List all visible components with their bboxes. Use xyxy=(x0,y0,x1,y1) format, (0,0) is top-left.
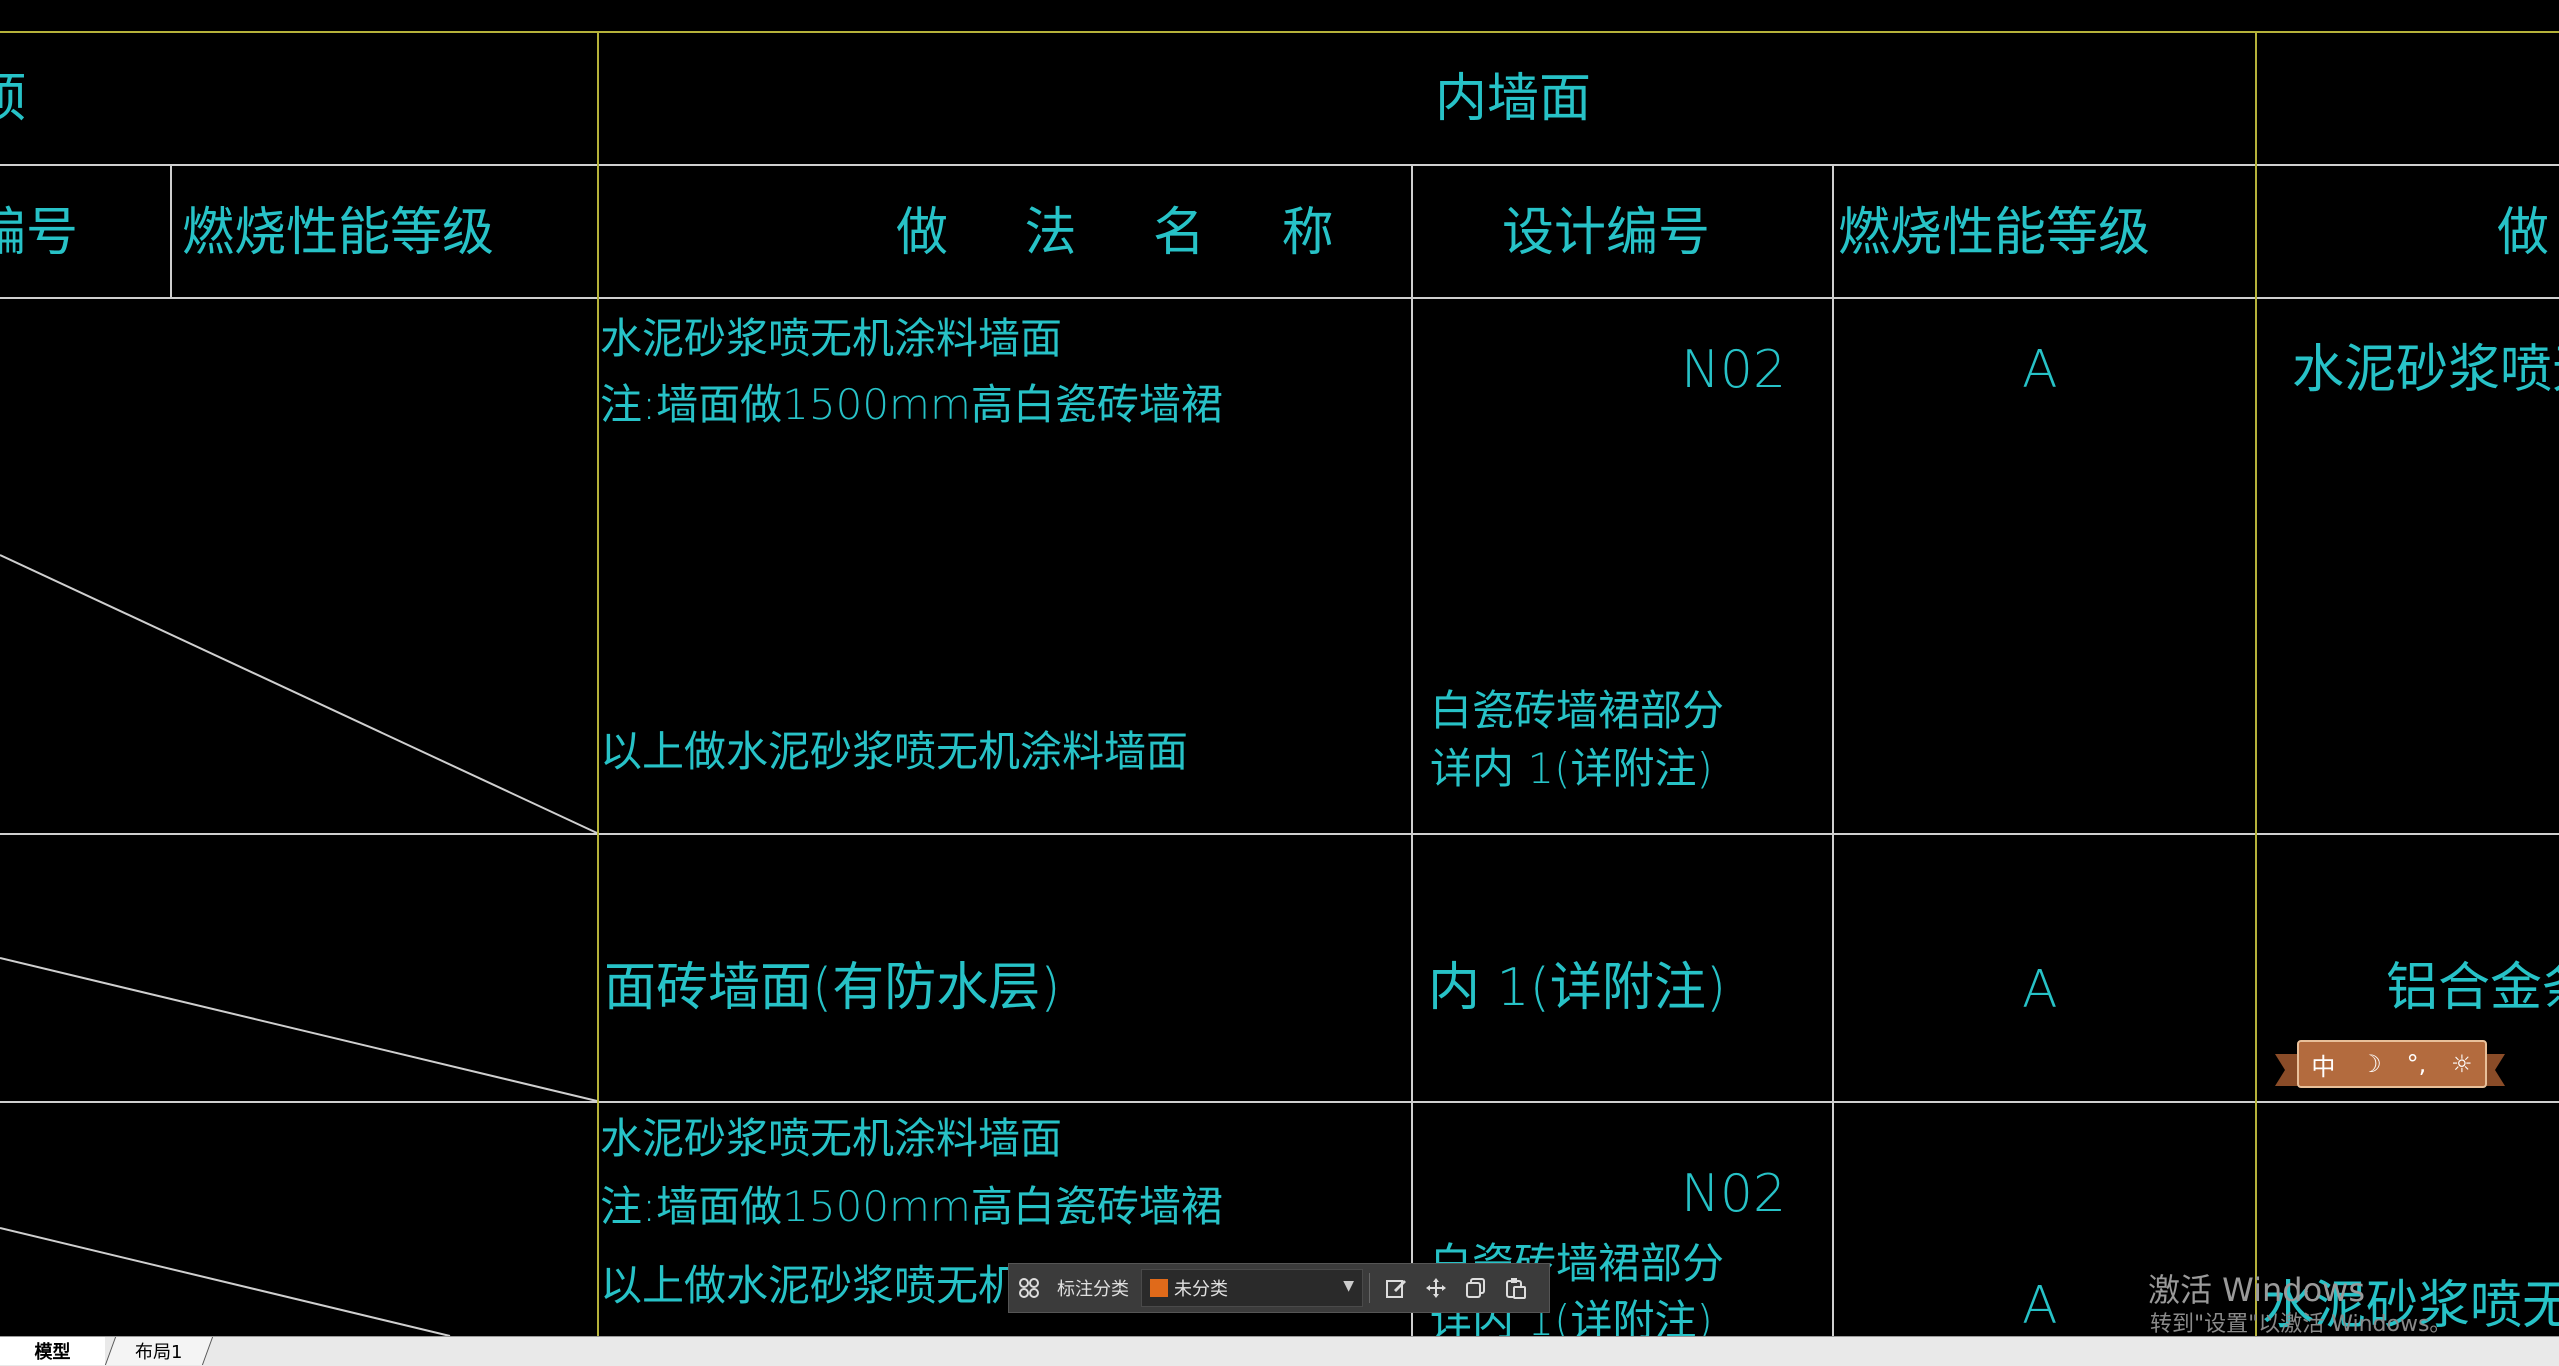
row1-next-partial: 水泥砂浆喷无机涂料 xyxy=(2292,340,2559,400)
grid-apps-icon[interactable] xyxy=(1009,1264,1049,1312)
row3-design-no: N02 xyxy=(1681,1164,1787,1224)
edit-icon[interactable] xyxy=(1376,1264,1416,1312)
category-select[interactable]: 未分类 ▼ xyxy=(1141,1269,1363,1307)
cad-drawing-canvas[interactable]: 顶 内墙面 编号 燃烧性能等级 做 法 名 称 设计编号 燃烧性能等级 做 水泥… xyxy=(0,0,2559,1336)
annotation-category-label: 标注分类 xyxy=(1057,1279,1129,1300)
diagonal-line-row3 xyxy=(0,1227,451,1336)
layout-tab-bar: 模型 布局1 xyxy=(0,1336,2559,1366)
diagonal-strikes xyxy=(0,554,598,1336)
row1-method-line2: 注:墙面做1500mm高白瓷砖墙裙 xyxy=(600,380,1223,429)
move-icon[interactable] xyxy=(1416,1264,1456,1312)
header-left-partial: 顶 xyxy=(0,69,27,129)
ime-settings-icon[interactable]: ☼ xyxy=(2451,1050,2473,1078)
row3-grade: A xyxy=(2022,1276,2058,1336)
tab-layout1-label: 布局1 xyxy=(135,1342,183,1363)
row2-design-no: 内 1(详附注) xyxy=(1428,958,1727,1018)
column-border-design-no xyxy=(1411,164,1413,1336)
ime-ribbon: 中 ☽ °, ☼ xyxy=(2297,1040,2487,1088)
row3-method-line1: 水泥砂浆喷无机涂料墙面 xyxy=(600,1114,1063,1163)
activation-watermark-title: 激活 Windows xyxy=(2148,1271,2366,1309)
diagonal-line-row1 xyxy=(0,554,598,834)
row1-grade: A xyxy=(2022,340,2058,400)
header-number-partial: 编号 xyxy=(0,203,79,263)
header-design-no: 设计编号 xyxy=(1502,203,1711,263)
copy-icon[interactable] xyxy=(1456,1264,1496,1312)
chevron-down-icon: ▼ xyxy=(1343,1278,1354,1294)
tab-layout1[interactable]: 布局1 xyxy=(104,1337,214,1365)
ime-chinese-mode-button[interactable]: 中 xyxy=(2311,1047,2335,1082)
row1-design-note1: 白瓷砖墙裙部分 xyxy=(1430,686,1725,735)
activation-watermark-subtitle: 转到"设置"以激活 Windows。 xyxy=(2150,1312,2452,1336)
row3-method-line2: 注:墙面做1500mm高白瓷砖墙裙 xyxy=(600,1182,1223,1231)
header-combustion: 燃烧性能等级 xyxy=(1838,203,2151,263)
ime-toolbar[interactable]: 中 ☽ °, ☼ xyxy=(2275,1040,2505,1092)
diagonal-line-row2 xyxy=(0,957,598,1102)
toolbar-separator xyxy=(1369,1273,1370,1303)
tab-model-label: 模型 xyxy=(34,1342,71,1363)
category-color-swatch xyxy=(1150,1279,1168,1297)
category-select-value: 未分类 xyxy=(1174,1279,1228,1300)
row1-design-no: N02 xyxy=(1681,340,1787,400)
header-next-partial: 做 xyxy=(2497,203,2550,263)
row2-method-line1: 面砖墙面(有防水层) xyxy=(604,958,1061,1018)
row1-design-note2: 详内 1(详附注) xyxy=(1430,744,1713,793)
ime-moon-icon[interactable]: ☽ xyxy=(2360,1050,2382,1078)
annotation-toolbar: 标注分类 未分类 ▼ xyxy=(1008,1263,1550,1313)
row2-grade: A xyxy=(2022,960,2058,1020)
header-combustion-left: 燃烧性能等级 xyxy=(182,203,495,263)
header-method-name: 做 法 名 称 xyxy=(896,203,1364,263)
column-border-interior-right xyxy=(2255,31,2257,1336)
paste-icon[interactable] xyxy=(1496,1264,1536,1312)
ime-punctuation-icon[interactable]: °, xyxy=(2407,1050,2427,1078)
column-border-combustion xyxy=(1832,164,1834,1336)
row2-next-partial: 铝合金条板 xyxy=(2386,958,2559,1018)
tab-model[interactable]: 模型 xyxy=(0,1337,105,1365)
header-interior-wall: 内墙面 xyxy=(1435,69,1592,129)
row1-method-line1: 水泥砂浆喷无机涂料墙面 xyxy=(600,314,1063,363)
row1-method-line3: 以上做水泥砂浆喷无机涂料墙面 xyxy=(600,727,1189,776)
